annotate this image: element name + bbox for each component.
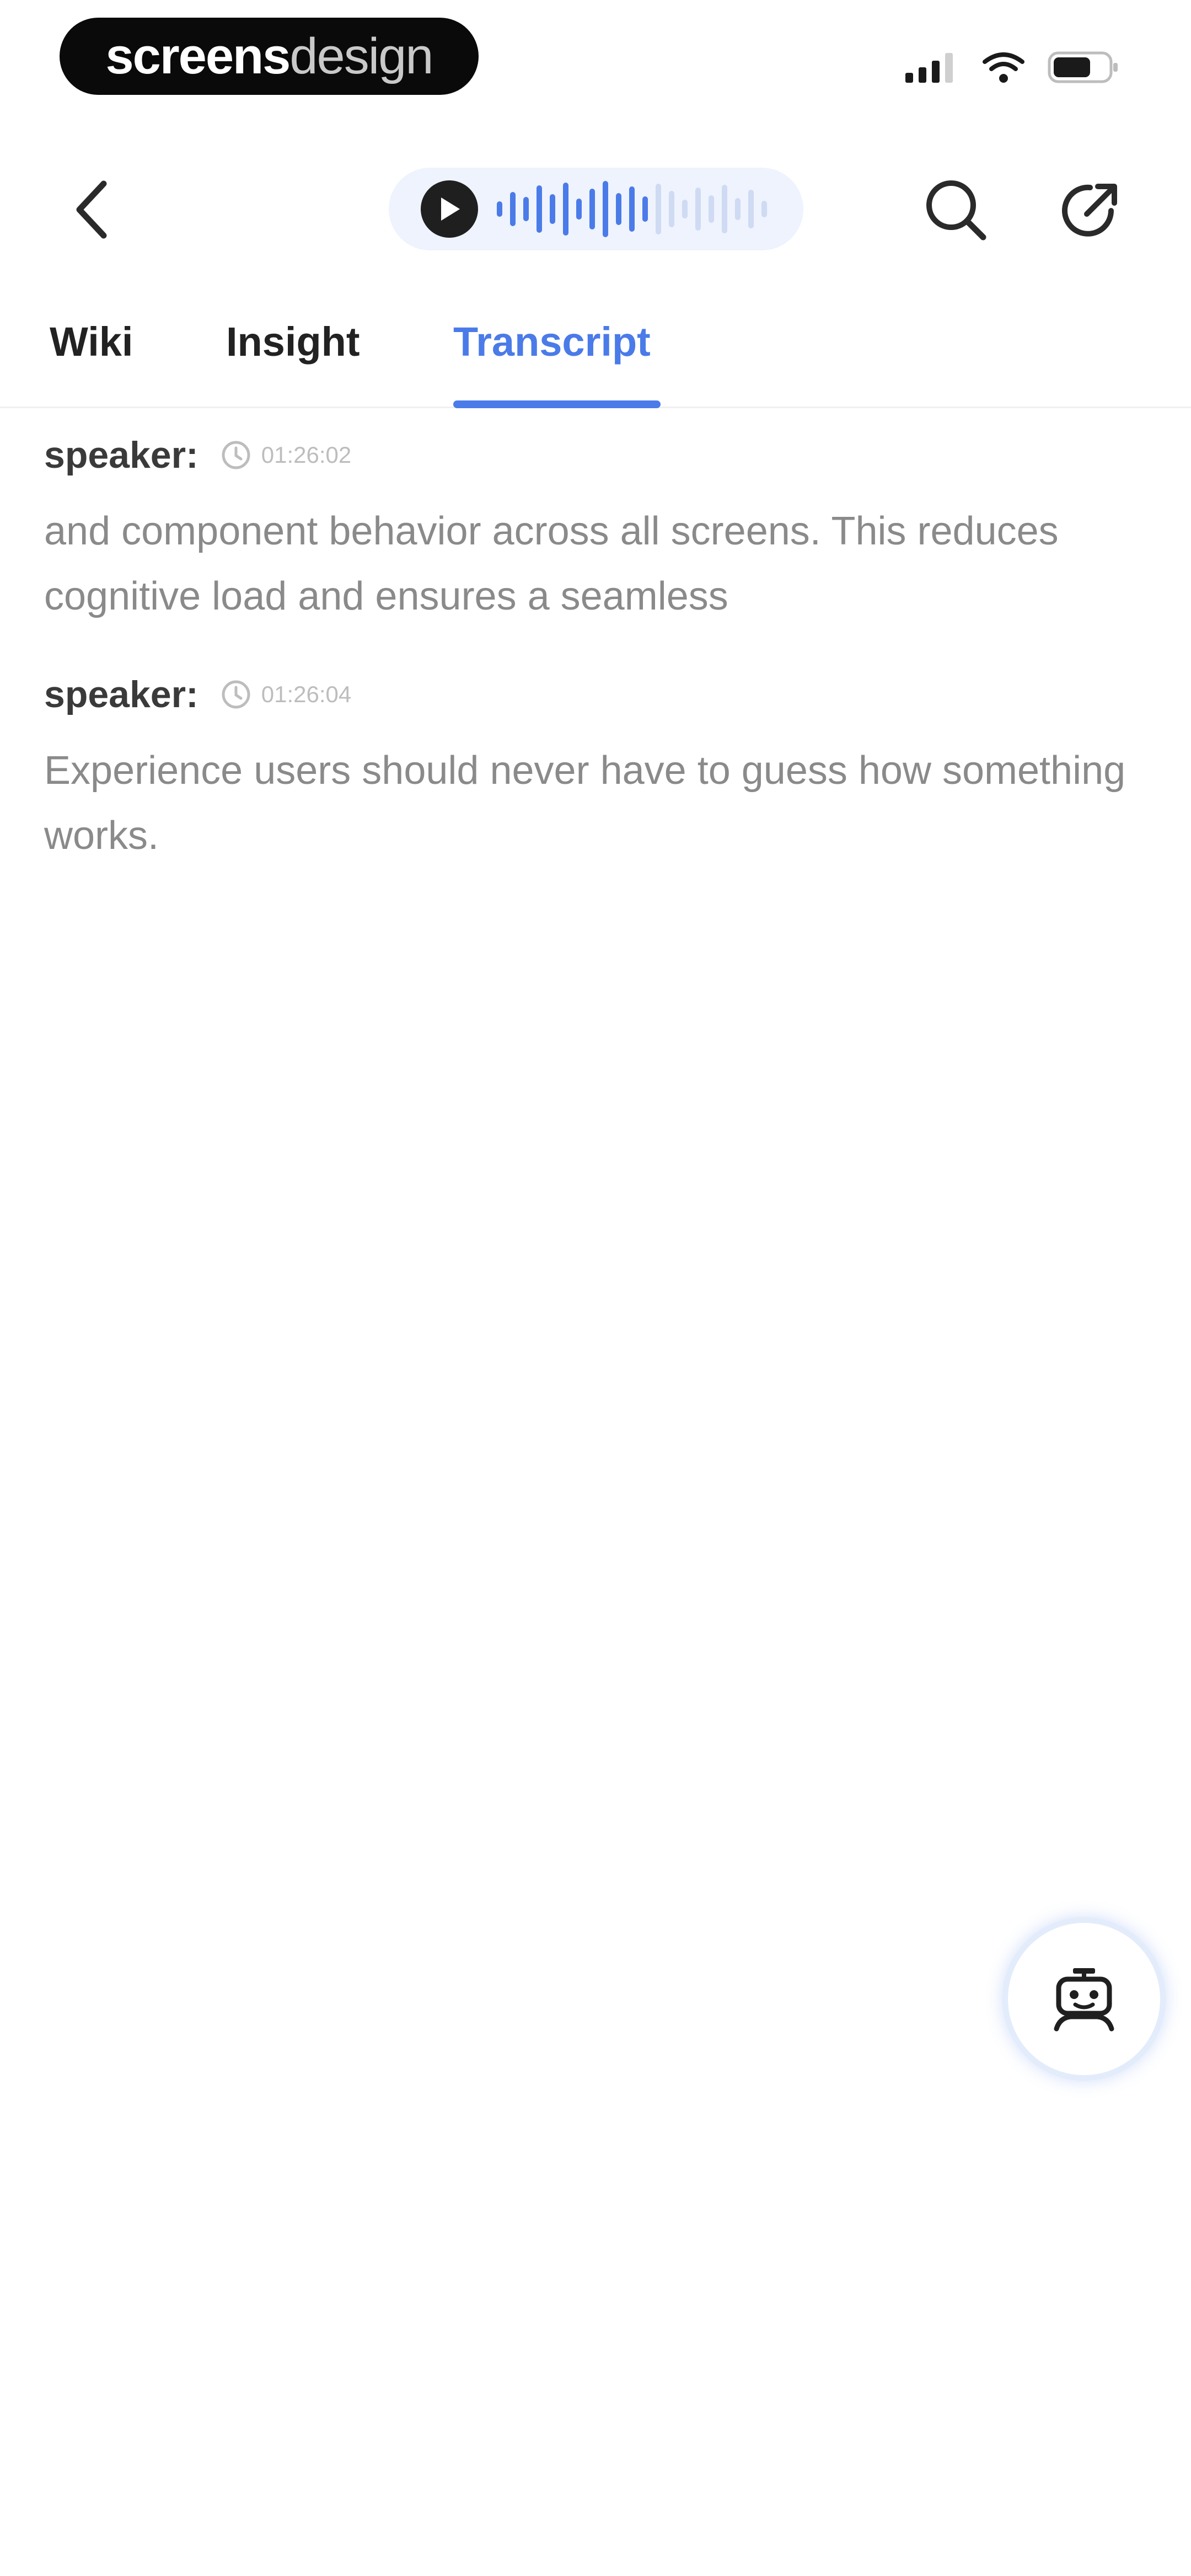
tab-wiki[interactable]: Wiki: [50, 320, 133, 408]
clock-icon: [219, 439, 253, 472]
segment-timestamp[interactable]: 01:26:04: [261, 681, 352, 708]
clock-icon: [219, 678, 253, 711]
waveform-bar: [523, 197, 529, 221]
tab-insight-label: Insight: [226, 319, 360, 365]
waveform-bar: [642, 196, 648, 222]
waveform-bar: [695, 188, 701, 231]
brand-logo-light: design: [289, 28, 433, 84]
waveform-bar: [537, 185, 542, 233]
search-button[interactable]: [920, 177, 991, 243]
waveform-icon[interactable]: [497, 179, 767, 239]
waveform-bar: [748, 190, 754, 228]
transcript-segment: speaker: 01:26:02 and component behavior…: [44, 430, 1147, 629]
speaker-label: speaker:: [44, 434, 198, 476]
brand-logo-strong: screens: [105, 28, 291, 84]
segment-meta: speaker: 01:26:02: [44, 430, 1147, 480]
tab-wiki-label: Wiki: [50, 319, 133, 365]
header-bar: [0, 154, 1191, 265]
waveform-bar: [656, 184, 661, 234]
tab-insight[interactable]: Insight: [226, 320, 360, 408]
play-icon: [441, 197, 460, 221]
waveform-bar: [629, 186, 635, 232]
brand-logo: screens design: [60, 18, 479, 95]
play-button[interactable]: [421, 180, 478, 238]
audio-player: [389, 168, 803, 250]
waveform-bar: [550, 194, 555, 224]
segment-text: and component behavior across all screen…: [44, 509, 1059, 618]
waveform-bar: [735, 198, 741, 220]
waveform-bar: [761, 201, 767, 217]
waveform-bar: [510, 192, 516, 226]
back-arrow-icon: [76, 180, 107, 239]
waveform-bar: [722, 185, 727, 233]
waveform-bar: [669, 191, 674, 227]
back-button[interactable]: [61, 177, 121, 243]
waveform-bar: [682, 200, 688, 218]
waveform-bar: [563, 183, 568, 236]
transcript-list: speaker: 01:26:02 and component behavior…: [44, 430, 1147, 909]
tab-transcript[interactable]: Transcript: [453, 320, 661, 408]
transcript-segment: speaker: 01:26:04 Experience users shoul…: [44, 670, 1147, 868]
share-button[interactable]: [1055, 177, 1127, 243]
speaker-label: speaker:: [44, 674, 198, 715]
waveform-bar: [589, 189, 595, 229]
tab-transcript-label: Transcript: [453, 319, 651, 365]
waveform-bar: [616, 193, 621, 225]
waveform-bar: [603, 181, 608, 237]
segment-text: Experience users should never have to gu…: [44, 749, 1126, 858]
status-icons: [904, 50, 1119, 88]
waveform-bar: [709, 195, 714, 223]
transcript-screen: screens design Wiki Insight Transcript s…: [0, 0, 1191, 2576]
waveform-bar: [576, 199, 582, 220]
share-icon: [1062, 184, 1117, 237]
segment-meta: speaker: 01:26:04: [44, 670, 1147, 719]
status-bar: screens design: [0, 0, 1191, 121]
search-icon: [926, 180, 986, 241]
segment-timestamp[interactable]: 01:26:02: [261, 442, 352, 468]
robot-assistant-icon: [1054, 1968, 1114, 2032]
signal-icon: [904, 51, 959, 87]
tab-bar: Wiki Insight Transcript: [0, 298, 1191, 408]
assistant-fab-button[interactable]: [1002, 1917, 1166, 2081]
wifi-icon: [983, 51, 1024, 87]
battery-icon: [1048, 50, 1119, 88]
waveform-bar: [497, 201, 502, 217]
